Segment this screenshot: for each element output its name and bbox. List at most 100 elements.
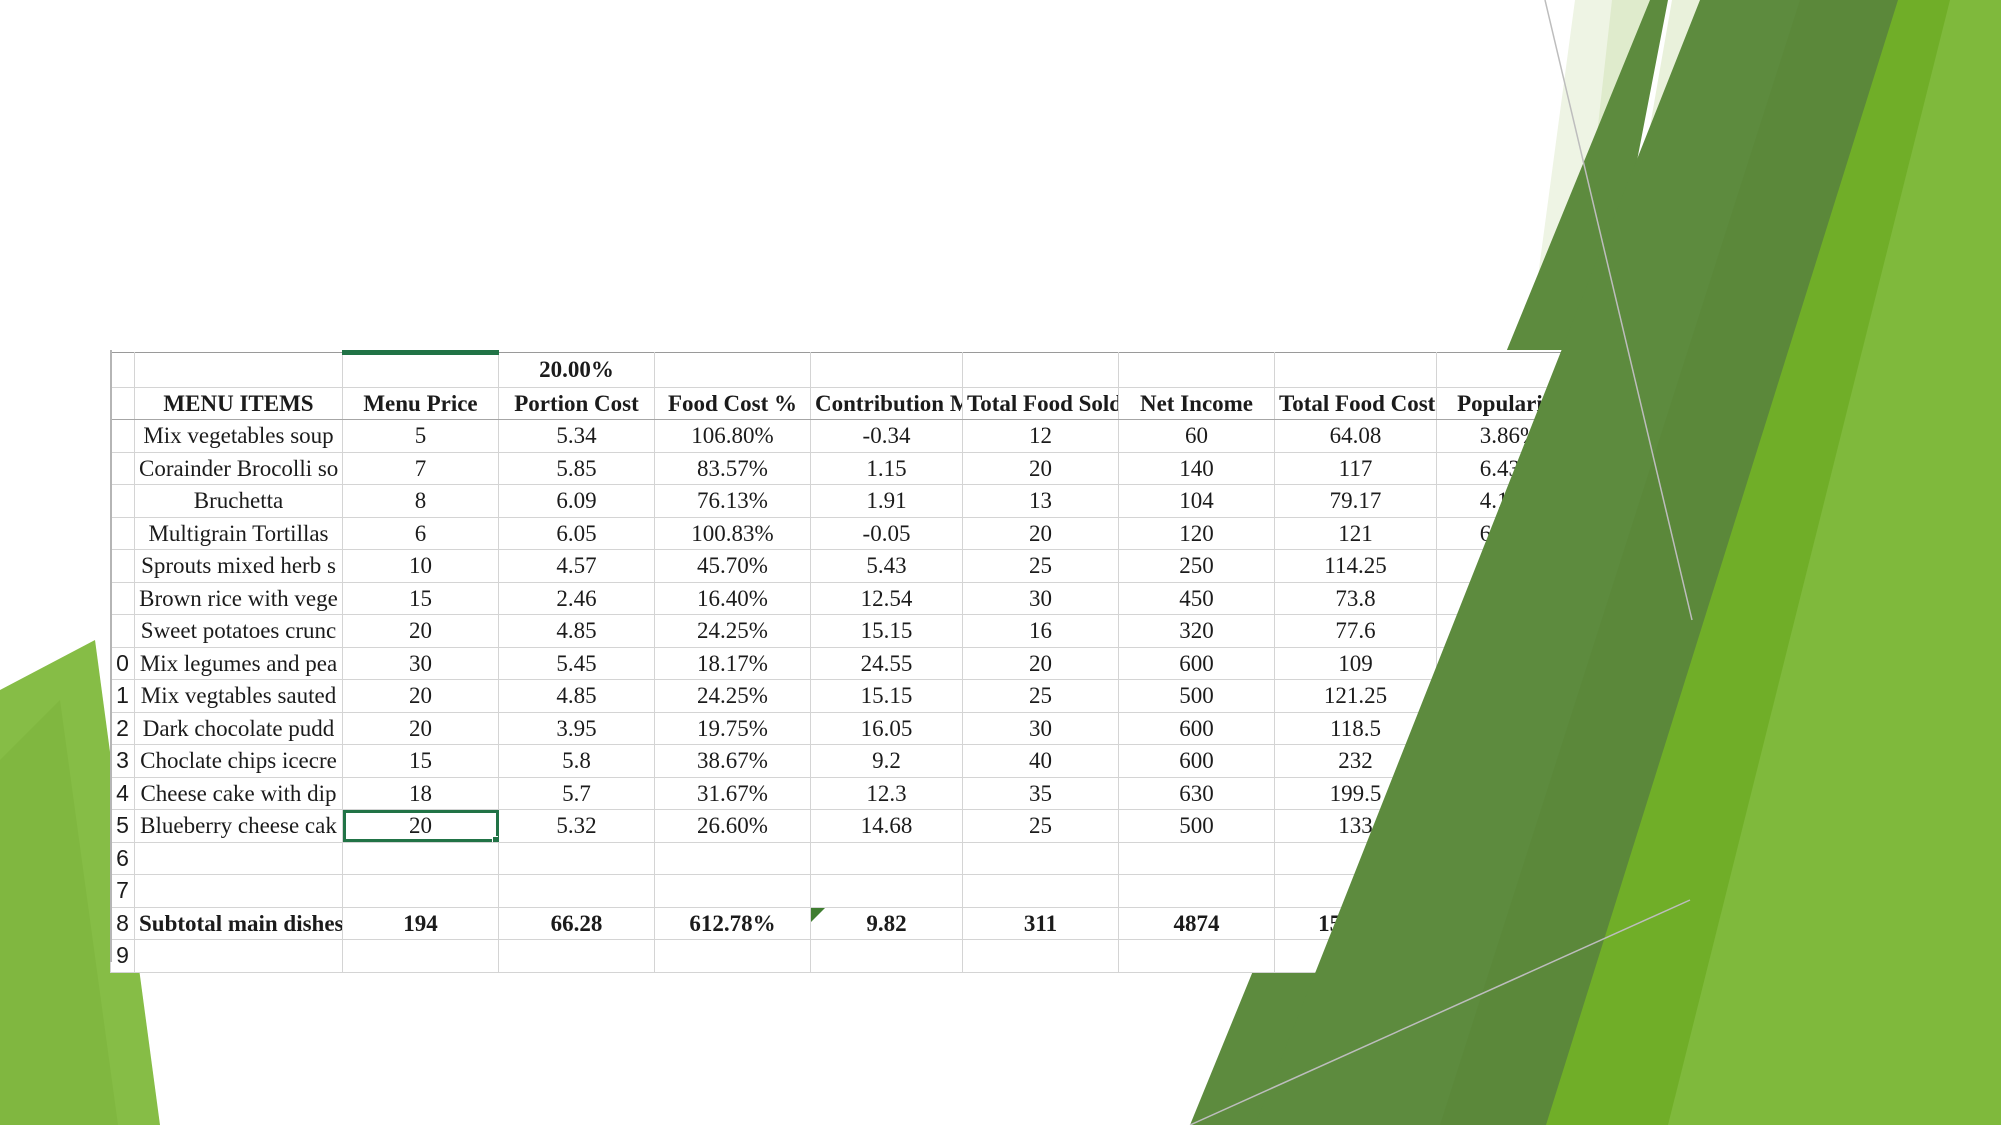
- cell-popularity[interactable]: 3.86%: [1436, 419, 1583, 453]
- cell-popularity[interactable]: 8.04%: [1436, 549, 1583, 583]
- cell-total-food-sold[interactable]: 20: [962, 451, 1119, 485]
- cell-total-food-cost[interactable]: 64.08: [1274, 419, 1437, 453]
- row-gutter[interactable]: 2: [110, 711, 135, 745]
- active-cell-menu-price[interactable]: 20: [342, 809, 499, 843]
- cell-net-income[interactable]: 104: [1118, 484, 1275, 518]
- row-gutter[interactable]: [110, 484, 135, 518]
- empty-cell[interactable]: [1582, 386, 1693, 420]
- cell-menu-price[interactable]: 8: [342, 484, 499, 518]
- empty-cell[interactable]: [1436, 352, 1583, 388]
- table-row-empty[interactable]: 9: [110, 939, 1693, 973]
- cell-food-cost-pct[interactable]: 45.70%: [654, 549, 811, 583]
- empty-cell[interactable]: [342, 939, 499, 973]
- cell-contribution[interactable]: 12.3: [810, 776, 963, 810]
- cell-portion-cost[interactable]: 5.85: [498, 451, 655, 485]
- table-row[interactable]: Bruchetta 8 6.09 76.13% 1.91 13 104 79.1…: [110, 484, 1693, 518]
- cell-popularity[interactable]: 12.86%: [1436, 744, 1583, 778]
- row-gutter[interactable]: [110, 451, 135, 485]
- cell-menu-price[interactable]: 15: [342, 744, 499, 778]
- row-gutter[interactable]: 0: [110, 646, 135, 680]
- cell-net-income[interactable]: 320: [1118, 614, 1275, 648]
- empty-cell[interactable]: [498, 939, 655, 973]
- cell-total-food-cost[interactable]: 114.25: [1274, 549, 1437, 583]
- cell-subtotal-contribution[interactable]: 9.82: [810, 906, 963, 940]
- empty-cell[interactable]: [962, 841, 1119, 875]
- empty-cell[interactable]: [342, 874, 499, 908]
- cell-net-income[interactable]: 500: [1118, 809, 1275, 843]
- table-row[interactable]: Corainder Brocolli so 7 5.85 83.57% 1.15…: [110, 451, 1693, 485]
- cell-net-income[interactable]: 600: [1118, 646, 1275, 680]
- cell-total-food-sold[interactable]: 25: [962, 679, 1119, 713]
- cell-subtotal-total-food-cost[interactable]: 1560.15: [1274, 906, 1437, 940]
- cell-portion-cost[interactable]: 6.05: [498, 516, 655, 550]
- cell-total-food-sold[interactable]: 20: [962, 646, 1119, 680]
- cell-total-food-cost[interactable]: 79.17: [1274, 484, 1437, 518]
- row-gutter[interactable]: 4: [110, 776, 135, 810]
- empty-cell[interactable]: [342, 841, 499, 875]
- table-row[interactable]: Sweet potatoes crunc 20 4.85 24.25% 15.1…: [110, 614, 1693, 648]
- cell-contribution[interactable]: -0.05: [810, 516, 963, 550]
- cell-popularity[interactable]: 6.43%: [1436, 516, 1583, 550]
- empty-cell[interactable]: [1582, 646, 1693, 680]
- cell-menu-price[interactable]: 10: [342, 549, 499, 583]
- empty-cell[interactable]: [1274, 939, 1437, 973]
- empty-cell[interactable]: [962, 352, 1119, 388]
- table-row[interactable]: Mix vegetables soup 5 5.34 106.80% -0.34…: [110, 419, 1693, 453]
- column-header-total-food-sold[interactable]: Total Food Sold: [962, 386, 1119, 420]
- row-gutter[interactable]: [110, 352, 135, 388]
- empty-cell[interactable]: [498, 874, 655, 908]
- empty-cell[interactable]: [1118, 841, 1275, 875]
- cell-contribution[interactable]: 15.15: [810, 614, 963, 648]
- empty-cell[interactable]: [1582, 809, 1693, 843]
- empty-cell[interactable]: [962, 939, 1119, 973]
- empty-cell[interactable]: [1582, 841, 1693, 875]
- empty-cell[interactable]: [1274, 874, 1437, 908]
- cell-menu-item[interactable]: Blueberry cheese cak: [134, 809, 343, 843]
- cell-food-cost-pct[interactable]: 38.67%: [654, 744, 811, 778]
- cell-popularity[interactable]: 8.04%: [1436, 809, 1583, 843]
- column-header-food-cost-pct[interactable]: Food Cost %: [654, 386, 811, 420]
- cell-total-food-cost[interactable]: 199.5: [1274, 776, 1437, 810]
- cell-portion-cost[interactable]: 3.95: [498, 711, 655, 745]
- row-gutter[interactable]: [110, 516, 135, 550]
- empty-cell[interactable]: [1118, 874, 1275, 908]
- cell-total-food-sold[interactable]: 25: [962, 549, 1119, 583]
- cell-contribution[interactable]: 16.05: [810, 711, 963, 745]
- cell-total-food-cost[interactable]: 109: [1274, 646, 1437, 680]
- row-gutter[interactable]: 3: [110, 744, 135, 778]
- cell-menu-item[interactable]: Sweet potatoes crunc: [134, 614, 343, 648]
- empty-cell[interactable]: [1118, 939, 1275, 973]
- table-row-empty[interactable]: 7: [110, 874, 1693, 908]
- table-row[interactable]: 2 Dark chocolate pudd 20 3.95 19.75% 16.…: [110, 711, 1693, 745]
- cell-contribution[interactable]: 5.43: [810, 549, 963, 583]
- cell-net-income[interactable]: 250: [1118, 549, 1275, 583]
- cell-total-food-cost[interactable]: 133: [1274, 809, 1437, 843]
- row-gutter[interactable]: 5: [110, 809, 135, 843]
- empty-cell[interactable]: [134, 874, 343, 908]
- column-header-popularity[interactable]: Popularity: [1436, 386, 1583, 420]
- empty-cell[interactable]: [134, 939, 343, 973]
- empty-cell[interactable]: [1582, 451, 1693, 485]
- markup-label-cell[interactable]: [134, 352, 343, 388]
- cell-menu-item[interactable]: Cheese cake with dip: [134, 776, 343, 810]
- cell-portion-cost[interactable]: 5.45: [498, 646, 655, 680]
- cell-menu-item[interactable]: Brown rice with vege: [134, 581, 343, 615]
- empty-cell[interactable]: [1582, 744, 1693, 778]
- cell-food-cost-pct[interactable]: 19.75%: [654, 711, 811, 745]
- cell-food-cost-pct[interactable]: 16.40%: [654, 581, 811, 615]
- cell-menu-item[interactable]: Mix legumes and pea: [134, 646, 343, 680]
- cell-contribution[interactable]: 12.54: [810, 581, 963, 615]
- empty-cell[interactable]: [1118, 352, 1275, 388]
- empty-cell[interactable]: [810, 939, 963, 973]
- row-gutter[interactable]: [110, 614, 135, 648]
- cell-food-cost-pct[interactable]: 24.25%: [654, 679, 811, 713]
- cell-subtotal-menu-price[interactable]: 194: [342, 906, 499, 940]
- table-row[interactable]: Sprouts mixed herb s 10 4.57 45.70% 5.43…: [110, 549, 1693, 583]
- row-gutter[interactable]: 9: [110, 939, 135, 973]
- cell-food-cost-pct[interactable]: 31.67%: [654, 776, 811, 810]
- cell-portion-cost[interactable]: 5.8: [498, 744, 655, 778]
- cell-total-food-sold[interactable]: 25: [962, 809, 1119, 843]
- empty-cell[interactable]: [1582, 939, 1693, 973]
- cell-portion-cost[interactable]: 5.34: [498, 419, 655, 453]
- empty-cell[interactable]: [1436, 874, 1583, 908]
